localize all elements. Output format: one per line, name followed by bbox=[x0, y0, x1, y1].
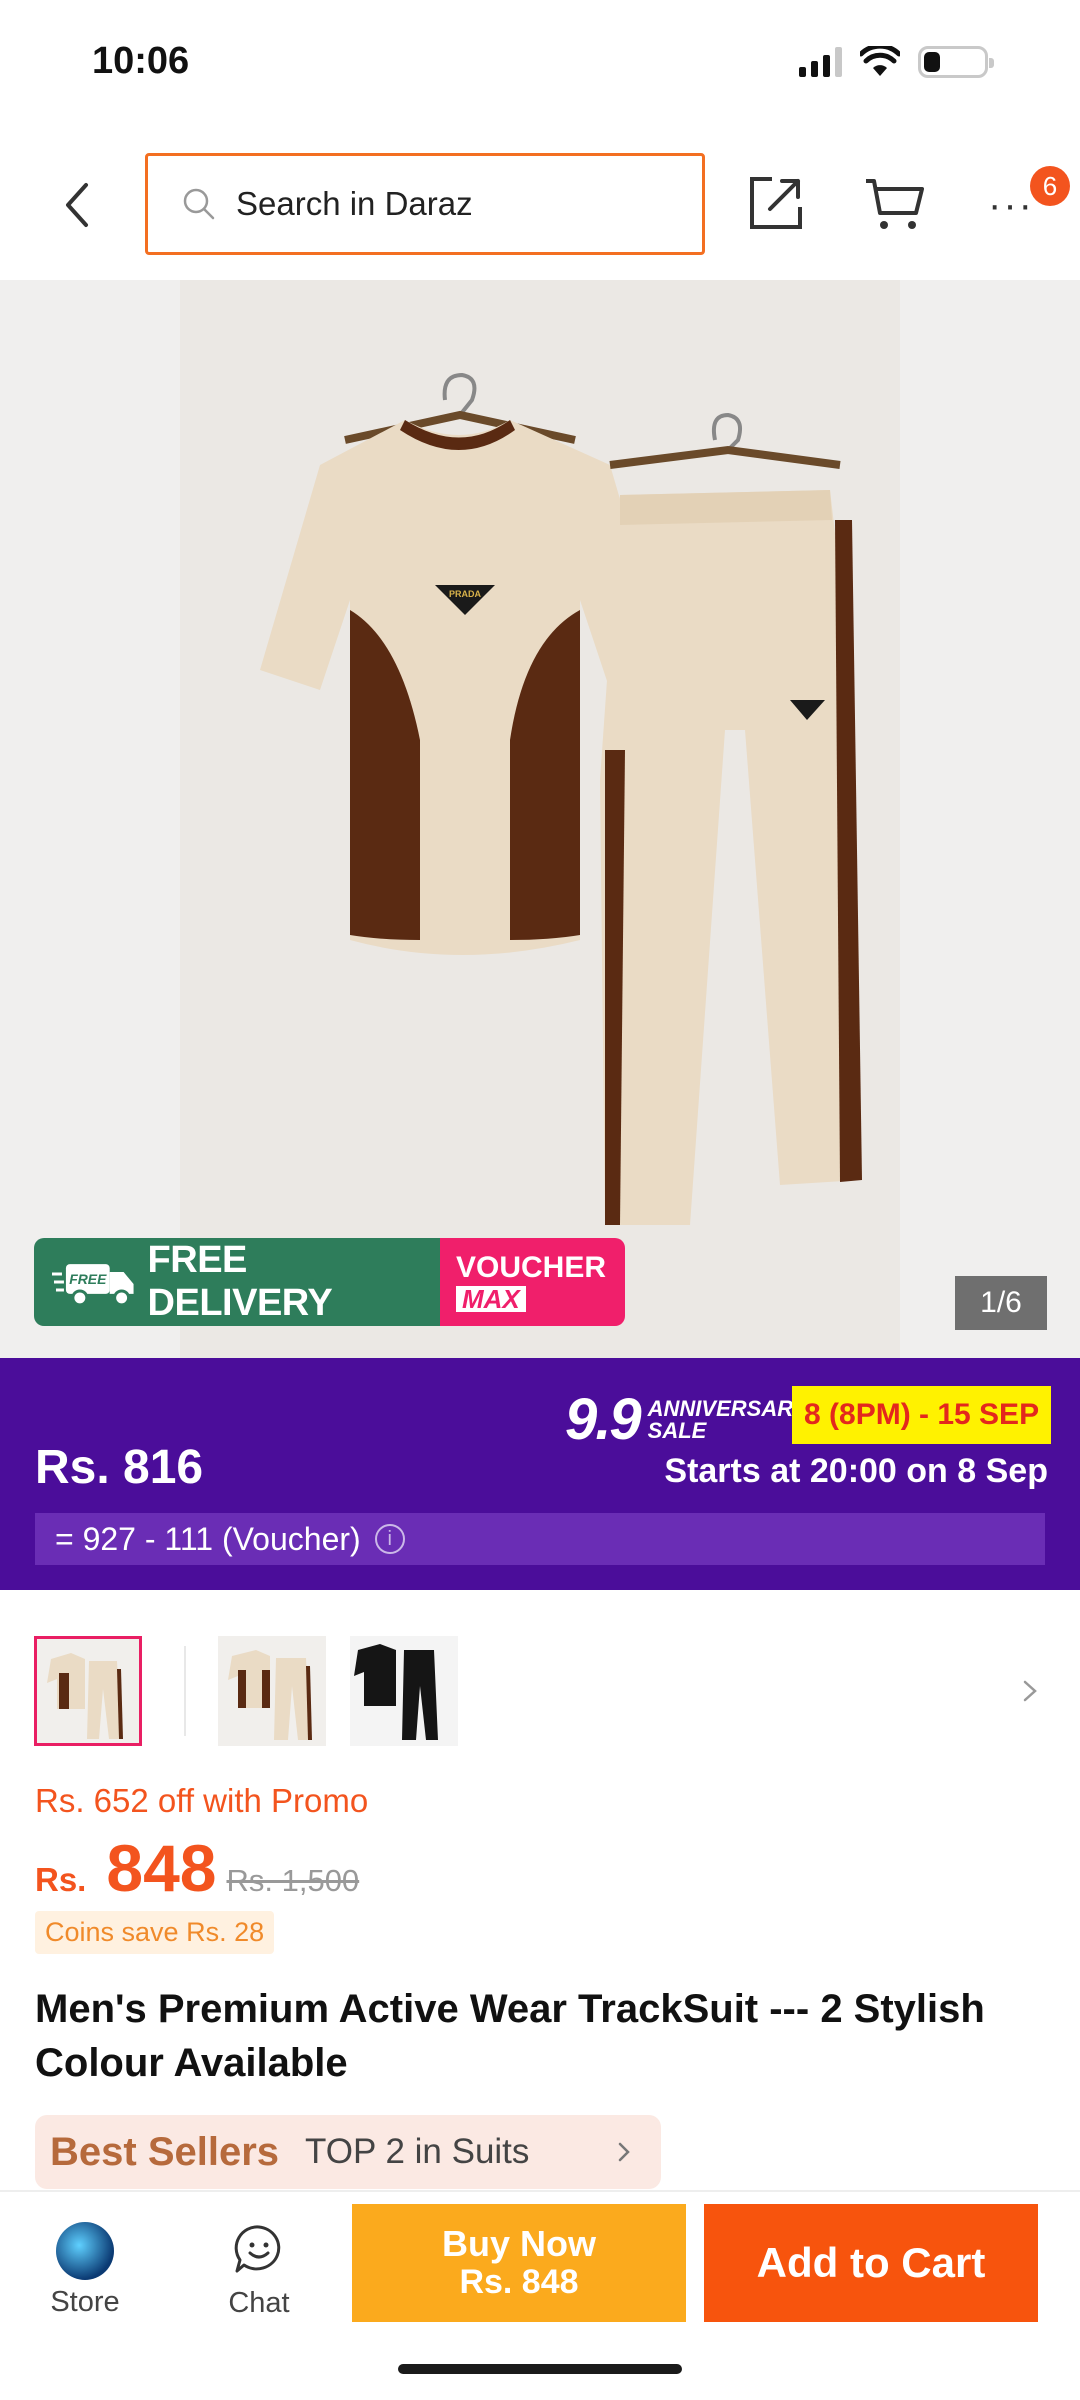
buy-now-button[interactable]: Buy Now Rs. 848 bbox=[352, 2204, 686, 2322]
sale-logo-line1: ANNIVERSARY bbox=[647, 1395, 808, 1421]
notification-badge: 6 bbox=[1030, 166, 1070, 206]
store-label: Store bbox=[50, 2286, 120, 2318]
voucher-max-tag: VOUCHER MAX bbox=[440, 1238, 625, 1326]
cart-icon[interactable] bbox=[862, 173, 926, 233]
best-sellers-rank-text: TOP 2 in Suits bbox=[305, 2132, 530, 2171]
thumbnail-image bbox=[47, 1653, 123, 1739]
buy-now-price: Rs. 848 bbox=[459, 2263, 579, 2301]
status-time: 10:06 bbox=[92, 40, 190, 82]
promo-discount[interactable]: Rs. 652 off with Promo bbox=[35, 1782, 368, 1820]
voucher-max-label: MAX bbox=[456, 1285, 526, 1312]
price-breakdown-text: = 927 - 111 (Voucher) bbox=[55, 1520, 361, 1557]
voucher-label: VOUCHER bbox=[456, 1250, 607, 1284]
coins-badge: Coins save Rs. 28 bbox=[35, 1911, 275, 1954]
store-button[interactable]: Store bbox=[40, 2222, 130, 2319]
variant-thumbnails bbox=[0, 1636, 1080, 1750]
search-placeholder: Search in Daraz bbox=[236, 185, 473, 222]
thumbnail-image bbox=[350, 1636, 458, 1746]
cellular-signal-icon bbox=[799, 47, 842, 77]
buy-now-label: Buy Now bbox=[441, 2223, 596, 2264]
chat-icon bbox=[234, 2225, 281, 2273]
original-price: Rs. 1,500 bbox=[226, 1863, 360, 1898]
status-icons bbox=[799, 46, 994, 78]
sale-logo-line2: SALE bbox=[647, 1417, 707, 1443]
sale-price-banner: Rs. 816 9.9 ANNIVERSARY SALE 8 (8PM) - 1… bbox=[0, 1358, 1080, 1590]
free-delivery-tag: FREE FREE DELIVERY bbox=[34, 1238, 440, 1326]
price-row: Rs. 848 Rs. 1,500 bbox=[35, 1830, 359, 1906]
more-icon: ··· bbox=[988, 183, 1034, 227]
price-currency: Rs. bbox=[35, 1861, 87, 1898]
thumbnail-1[interactable] bbox=[34, 1636, 142, 1746]
thumbnail-divider bbox=[184, 1646, 186, 1736]
sale-price: Rs. 816 bbox=[35, 1441, 204, 1494]
price-breakdown[interactable]: = 927 - 111 (Voucher) i bbox=[35, 1513, 1045, 1565]
free-delivery-label: FREE DELIVERY bbox=[147, 1239, 333, 1324]
chevron-right-icon bbox=[618, 2142, 630, 2162]
search-icon bbox=[183, 188, 215, 220]
chevron-right-icon[interactable] bbox=[1015, 1676, 1045, 1706]
status-bar: 10:06 bbox=[0, 0, 1080, 135]
sale-start-time: Starts at 20:00 on 8 Sep bbox=[664, 1452, 1048, 1490]
image-counter: 1/6 bbox=[955, 1276, 1047, 1330]
info-icon[interactable]: i bbox=[374, 1524, 405, 1554]
delivery-free-label: FREE bbox=[69, 1271, 107, 1287]
free-delivery-banner: FREE FREE DELIVERY VOUCHER MAX bbox=[34, 1238, 625, 1326]
sale-dates: 8 (8PM) - 15 SEP bbox=[792, 1386, 1052, 1444]
product-photo: PRADA bbox=[180, 280, 900, 1358]
thumbnail-image bbox=[228, 1650, 312, 1740]
best-sellers-logo: Best Sellers bbox=[50, 2129, 280, 2174]
product-title: Men's Premium Active Wear TrackSuit --- … bbox=[35, 1987, 985, 2085]
home-indicator[interactable] bbox=[398, 2364, 682, 2374]
top-nav: Search in Daraz ··· bbox=[0, 135, 1080, 280]
chat-button[interactable]: Chat bbox=[214, 2222, 304, 2320]
battery-icon bbox=[918, 46, 994, 78]
thumbnail-3[interactable] bbox=[350, 1636, 458, 1746]
product-image-gallery[interactable]: PRADA FREE FREE DELIVERY VOUCHER MAX 1/6 bbox=[0, 280, 1080, 1358]
anniversary-sale-logo: 9.9 ANNIVERSARY SALE bbox=[565, 1386, 807, 1453]
store-avatar bbox=[56, 2222, 114, 2280]
add-to-cart-button[interactable]: Add to Cart bbox=[704, 2204, 1038, 2322]
back-arrow-icon[interactable] bbox=[48, 175, 108, 235]
delivery-truck-icon: FREE bbox=[52, 1264, 134, 1307]
chat-label: Chat bbox=[228, 2287, 290, 2319]
search-input[interactable]: Search in Daraz bbox=[145, 153, 705, 255]
best-sellers-rank[interactable]: Best Sellers TOP 2 in Suits bbox=[35, 2115, 661, 2189]
thumbnail-2[interactable] bbox=[218, 1636, 326, 1746]
product-logo-text: PRADA bbox=[449, 589, 482, 599]
sale-logo-number: 9.9 bbox=[565, 1387, 642, 1452]
share-icon[interactable] bbox=[744, 171, 808, 235]
wifi-icon bbox=[860, 46, 900, 76]
price-amount: 848 bbox=[106, 1831, 217, 1905]
